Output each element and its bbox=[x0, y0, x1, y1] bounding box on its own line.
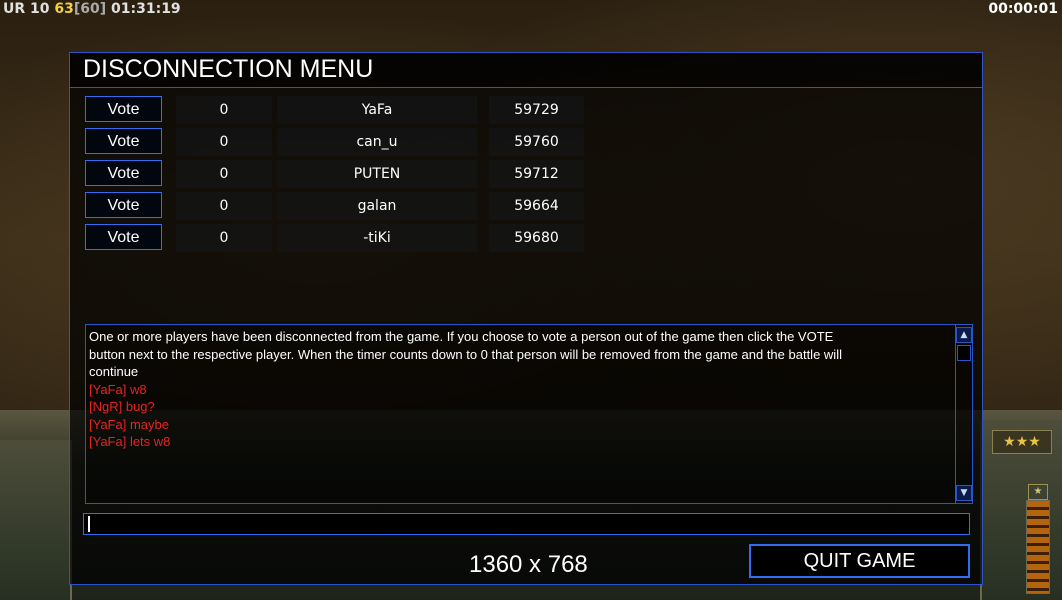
disconnection-dialog: DISCONNECTION MENU Vote 0 YaFa 59729 Vot… bbox=[69, 52, 983, 585]
dialog-title: DISCONNECTION MENU bbox=[83, 55, 374, 83]
player-ping: 59760 bbox=[489, 128, 584, 156]
player-name: can_u bbox=[277, 128, 477, 156]
vote-button[interactable]: Vote bbox=[85, 160, 162, 186]
dialog-title-bar: DISCONNECTION MENU bbox=[70, 53, 982, 88]
star-icon: ★ bbox=[1028, 484, 1048, 500]
chat-message: [YaFa] lets w8 bbox=[89, 434, 171, 449]
player-ping: 59729 bbox=[489, 96, 584, 124]
scroll-thumb[interactable] bbox=[957, 345, 971, 361]
vote-count: 0 bbox=[176, 160, 272, 188]
status-value-c: [60] bbox=[73, 1, 107, 17]
chat-message: [NgR] bug? bbox=[89, 399, 155, 414]
player-name: galan bbox=[277, 192, 477, 220]
vote-button[interactable]: Vote bbox=[85, 192, 162, 218]
game-clock: 01:31:19 bbox=[111, 1, 181, 17]
chat-text: One or more players have been disconnect… bbox=[89, 328, 949, 451]
game-status-left: UR 10 63[60] 01:31:19 bbox=[3, 1, 181, 17]
scroll-down-arrow-icon[interactable]: ▼ bbox=[956, 485, 972, 501]
player-name: PUTEN bbox=[277, 160, 477, 188]
vote-count: 0 bbox=[176, 224, 272, 252]
player-row: Vote 0 can_u 59760 bbox=[70, 128, 982, 156]
player-row: Vote 0 -tiKi 59680 bbox=[70, 224, 982, 252]
status-value-a: 10 bbox=[30, 1, 50, 17]
chat-message: [YaFa] w8 bbox=[89, 381, 147, 397]
chat-input[interactable] bbox=[83, 513, 970, 535]
power-meter bbox=[1026, 500, 1050, 594]
general-rank-stars: ★★★ bbox=[992, 430, 1052, 454]
player-ping: 59712 bbox=[489, 160, 584, 188]
chat-info-line: continue bbox=[89, 364, 139, 379]
player-row: Vote 0 PUTEN 59712 bbox=[70, 160, 982, 188]
player-name: -tiKi bbox=[277, 224, 477, 252]
vote-button[interactable]: Vote bbox=[85, 96, 162, 122]
chat-log[interactable]: One or more players have been disconnect… bbox=[85, 324, 973, 504]
vote-count: 0 bbox=[176, 128, 272, 156]
player-row: Vote 0 galan 59664 bbox=[70, 192, 982, 220]
vote-count: 0 bbox=[176, 192, 272, 220]
player-row: Vote 0 YaFa 59729 bbox=[70, 96, 982, 124]
command-bar-left-panel bbox=[0, 440, 72, 600]
chat-message: [YaFa] maybe bbox=[89, 416, 169, 432]
chat-info-line: button next to the respective player. Wh… bbox=[89, 346, 842, 362]
player-ping: 59680 bbox=[489, 224, 584, 252]
resolution-label: 1360 x 768 bbox=[469, 551, 588, 578]
quit-game-button[interactable]: QUIT GAME bbox=[749, 544, 970, 578]
disconnect-timer: 00:00:01 bbox=[988, 1, 1058, 17]
chat-scrollbar[interactable]: ▲ ▼ bbox=[955, 325, 972, 503]
scroll-up-arrow-icon[interactable]: ▲ bbox=[956, 327, 972, 343]
player-name: YaFa bbox=[277, 96, 477, 124]
vote-count: 0 bbox=[176, 96, 272, 124]
team-label: UR bbox=[3, 1, 26, 17]
chat-info-line: One or more players have been disconnect… bbox=[89, 329, 834, 344]
vote-button[interactable]: Vote bbox=[85, 224, 162, 250]
text-caret bbox=[88, 516, 90, 532]
vote-button[interactable]: Vote bbox=[85, 128, 162, 154]
status-value-b: 63 bbox=[54, 1, 74, 17]
player-ping: 59664 bbox=[489, 192, 584, 220]
